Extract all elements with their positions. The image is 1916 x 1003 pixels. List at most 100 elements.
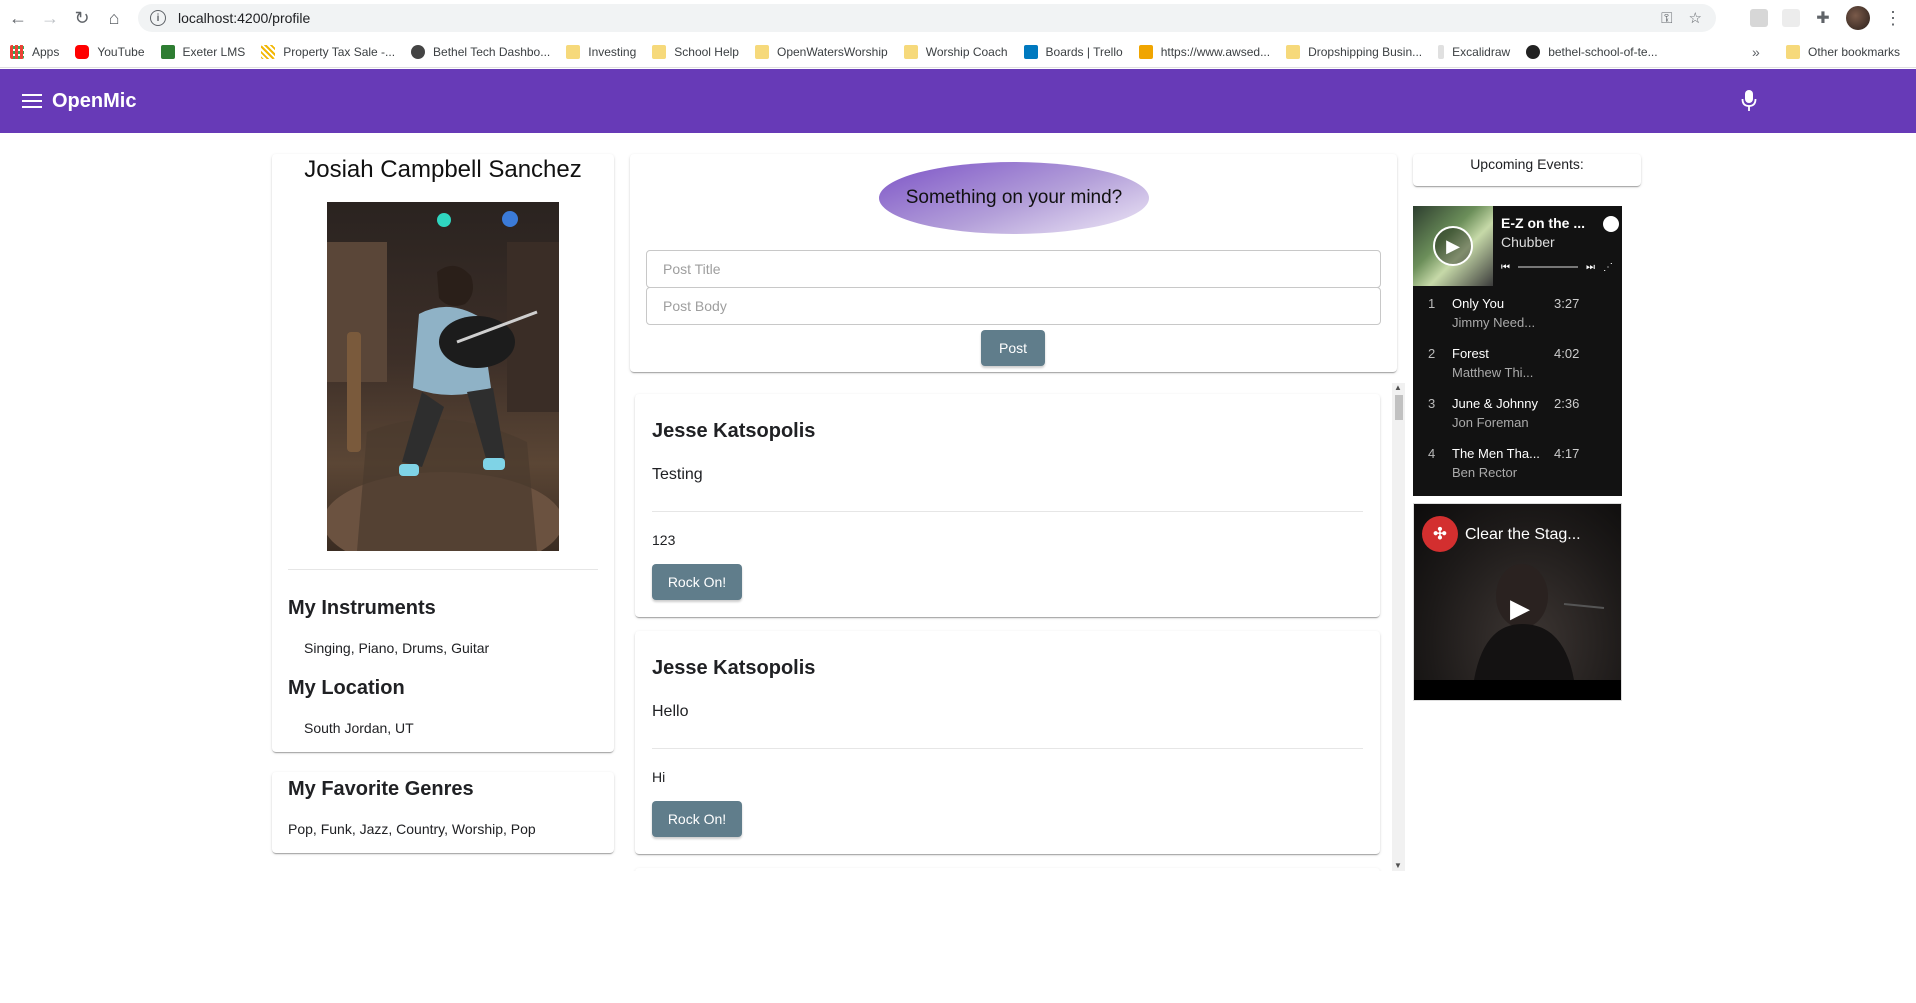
post-button[interactable]: Post bbox=[981, 330, 1045, 366]
divider bbox=[652, 748, 1363, 749]
post-body: 123 bbox=[652, 532, 676, 548]
post-body: Hi bbox=[652, 769, 666, 785]
apps-grid-icon bbox=[10, 44, 24, 59]
bookmark[interactable]: School Help bbox=[652, 44, 739, 59]
excalidraw-icon bbox=[1438, 44, 1445, 59]
app-title: OpenMic bbox=[52, 89, 137, 112]
youtube-icon bbox=[75, 44, 90, 59]
exeter-icon bbox=[160, 44, 175, 59]
genres-card: My Favorite Genres Pop, Funk, Jazz, Coun… bbox=[272, 772, 614, 853]
genres-text: Pop, Funk, Jazz, Country, Worship, Pop bbox=[288, 821, 536, 837]
album-art: ▶ bbox=[1413, 206, 1493, 286]
divider bbox=[652, 511, 1363, 512]
scroll-up-icon[interactable]: ▲ bbox=[1394, 383, 1402, 392]
location-heading: My Location bbox=[288, 677, 405, 699]
rock-on-button[interactable]: Rock On! bbox=[652, 564, 742, 600]
progress-bar[interactable] bbox=[1518, 266, 1578, 268]
genres-heading: My Favorite Genres bbox=[288, 778, 474, 800]
bookmarks-bar: Apps YouTube Exeter LMS Property Tax Sal… bbox=[0, 36, 1916, 68]
bookmark[interactable]: Property Tax Sale -... bbox=[261, 44, 395, 59]
bookmark[interactable]: bethel-school-of-te... bbox=[1526, 44, 1658, 59]
post-title-input[interactable]: Post Title bbox=[646, 250, 1381, 288]
bookmark[interactable]: Dropshipping Busin... bbox=[1286, 44, 1422, 59]
post-title: Hello bbox=[652, 703, 689, 720]
track-item[interactable]: 2 Forest Matthew Thi... 4:02 bbox=[1413, 338, 1622, 388]
next-icon[interactable]: ⏭ bbox=[1586, 262, 1595, 273]
property-icon bbox=[261, 44, 276, 59]
track-item[interactable]: 4 The Men Tha... Ben Rector 4:17 bbox=[1413, 438, 1622, 488]
share-icon[interactable]: ⋰ bbox=[1603, 262, 1613, 273]
track-item[interactable]: 3 June & Johnny Jon Foreman 2:36 bbox=[1413, 388, 1622, 438]
bookmark[interactable]: YouTube bbox=[75, 44, 145, 59]
profile-card: Josiah Campbell Sanchez My Instruments S… bbox=[272, 154, 614, 752]
track-item[interactable]: 1 Only You Jimmy Need... 3:27 bbox=[1413, 288, 1622, 338]
bookmark[interactable]: Worship Coach bbox=[903, 44, 1008, 59]
star-icon[interactable]: ☆ bbox=[1689, 9, 1702, 27]
profile-photo bbox=[327, 202, 559, 551]
browser-toolbar: ← → ↻ ⌂ i localhost:4200/profile ⚿ ☆ ✚ ⋮ bbox=[0, 0, 1916, 36]
other-bookmarks[interactable]: Other bookmarks bbox=[1786, 44, 1900, 59]
folder-icon bbox=[903, 44, 918, 59]
home-icon[interactable]: ⌂ bbox=[98, 2, 130, 34]
bethel-icon bbox=[411, 44, 426, 59]
album-artist: Chubber bbox=[1501, 234, 1555, 250]
back-arrow-icon[interactable]: ← bbox=[2, 2, 34, 34]
scroll-thumb[interactable] bbox=[1395, 395, 1403, 420]
bookmark[interactable]: Exeter LMS bbox=[160, 44, 245, 59]
more-vert-icon[interactable]: ⋮ bbox=[1884, 8, 1902, 29]
compose-card: Something on your mind? Post Title Post … bbox=[630, 154, 1397, 372]
youtube-player[interactable]: ✣ Clear the Stag... ▶ bbox=[1413, 503, 1622, 701]
extension-icon[interactable] bbox=[1750, 9, 1768, 27]
bookmark[interactable]: Apps bbox=[10, 44, 59, 59]
folder-icon bbox=[566, 44, 581, 59]
post-author: Jesse Katsopolis bbox=[652, 657, 816, 679]
extension-icon[interactable] bbox=[1782, 9, 1800, 27]
bookmarks-overflow-button[interactable]: » bbox=[1752, 44, 1760, 60]
album-title: E-Z on the ... bbox=[1501, 215, 1585, 231]
address-bar[interactable]: i localhost:4200/profile ⚿ ☆ bbox=[138, 4, 1716, 32]
video-title[interactable]: Clear the Stag... bbox=[1465, 526, 1581, 544]
app-toolbar: OpenMic bbox=[0, 69, 1916, 133]
menu-icon[interactable] bbox=[22, 94, 42, 108]
url-text: localhost:4200/profile bbox=[178, 10, 311, 26]
reload-icon[interactable]: ↻ bbox=[66, 2, 98, 34]
location-text: South Jordan, UT bbox=[304, 720, 414, 736]
bookmark[interactable]: https://www.awsed... bbox=[1138, 44, 1270, 59]
avatar[interactable] bbox=[1846, 6, 1870, 30]
scroll-down-icon[interactable]: ▼ bbox=[1394, 861, 1402, 870]
play-icon[interactable]: ▶ bbox=[1500, 588, 1540, 628]
player-controls: ⏮ ⏭ ⋰ bbox=[1501, 260, 1617, 274]
forward-arrow-icon[interactable]: → bbox=[34, 2, 66, 34]
bookmark[interactable]: OpenWatersWorship bbox=[754, 44, 888, 59]
bookmark[interactable]: Bethel Tech Dashbo... bbox=[411, 44, 550, 59]
site-info-icon[interactable]: i bbox=[150, 10, 166, 26]
key-icon[interactable]: ⚿ bbox=[1661, 10, 1672, 27]
prompt-bubble: Something on your mind? bbox=[879, 162, 1149, 234]
spotify-icon[interactable] bbox=[1603, 216, 1619, 232]
post-card bbox=[635, 868, 1380, 871]
channel-logo-icon[interactable]: ✣ bbox=[1422, 516, 1458, 552]
rock-on-button[interactable]: Rock On! bbox=[652, 801, 742, 837]
folder-icon bbox=[1786, 44, 1800, 59]
bookmark[interactable]: Excalidraw bbox=[1438, 44, 1510, 59]
bookmark[interactable]: Investing bbox=[566, 44, 636, 59]
puzzle-icon[interactable]: ✚ bbox=[1814, 9, 1832, 27]
post-body-input[interactable]: Post Body bbox=[646, 287, 1381, 325]
spotify-player[interactable]: ▶ E-Z on the ... Chubber ⏮ ⏭ ⋰ 1 Only Yo… bbox=[1413, 206, 1622, 496]
feed-scrollbar[interactable]: ▲ ▼ bbox=[1392, 383, 1405, 871]
post-feed[interactable]: Jesse Katsopolis Testing 123 Rock On! Je… bbox=[630, 383, 1405, 871]
box-icon bbox=[1138, 44, 1153, 59]
post-author: Jesse Katsopolis bbox=[652, 420, 816, 442]
previous-icon[interactable]: ⏮ bbox=[1501, 262, 1510, 273]
post-card: Jesse Katsopolis Hello Hi Rock On! bbox=[635, 631, 1380, 854]
folder-icon bbox=[652, 44, 667, 59]
bookmark[interactable]: Boards | Trello bbox=[1023, 44, 1123, 59]
play-icon[interactable]: ▶ bbox=[1433, 226, 1473, 266]
mic-icon[interactable] bbox=[1741, 89, 1757, 113]
instruments-heading: My Instruments bbox=[288, 597, 436, 619]
events-card: Upcoming Events: bbox=[1413, 154, 1641, 186]
divider bbox=[288, 569, 598, 570]
instruments-text: Singing, Piano, Drums, Guitar bbox=[304, 640, 490, 656]
post-card: Jesse Katsopolis Testing 123 Rock On! bbox=[635, 394, 1380, 617]
video-footer bbox=[1414, 680, 1621, 700]
